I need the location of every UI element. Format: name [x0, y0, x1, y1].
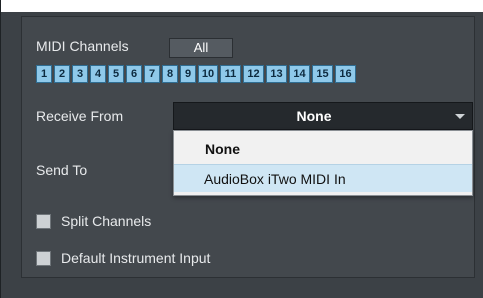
chevron-down-icon: [455, 114, 465, 119]
channel-button-3[interactable]: 3: [72, 65, 88, 83]
channel-button-14[interactable]: 14: [289, 65, 310, 83]
receive-from-dropdown[interactable]: None AudioBox iTwo MIDI In: [173, 130, 473, 196]
channel-button-6[interactable]: 6: [126, 65, 142, 83]
dropdown-option-none[interactable]: None: [174, 135, 472, 163]
channel-button-11[interactable]: 11: [220, 65, 241, 83]
default-instrument-input-label[interactable]: Default Instrument Input: [61, 250, 210, 266]
send-to-label: Send To: [36, 162, 88, 178]
split-channels-label[interactable]: Split Channels: [61, 213, 151, 229]
all-channels-button[interactable]: All: [169, 38, 233, 58]
receive-from-value: None: [296, 108, 332, 124]
channel-button-1[interactable]: 1: [36, 65, 52, 83]
channel-button-12[interactable]: 12: [243, 65, 264, 83]
channel-button-10[interactable]: 10: [198, 65, 218, 83]
channel-button-15[interactable]: 15: [312, 65, 333, 83]
channel-button-4[interactable]: 4: [90, 65, 106, 83]
receive-from-label: Receive From: [36, 108, 124, 124]
midi-channels-label: MIDI Channels: [36, 38, 129, 54]
midi-settings-window: MIDI Channels All 1 2 3 4 5 6 7 8 9 10 11 12 13 14 15 1…: [0, 0, 483, 298]
channel-button-13[interactable]: 13: [266, 65, 287, 83]
channel-button-16[interactable]: 16: [335, 65, 356, 83]
split-channels-checkbox[interactable]: [36, 214, 51, 229]
channel-button-5[interactable]: 5: [108, 65, 124, 83]
dropdown-option-audiobox-itwo-midi-in[interactable]: AudioBox iTwo MIDI In: [174, 164, 472, 192]
channel-button-7[interactable]: 7: [144, 65, 160, 83]
channel-button-8[interactable]: 8: [162, 65, 178, 83]
channel-button-2[interactable]: 2: [54, 65, 70, 83]
channel-button-9[interactable]: 9: [180, 65, 196, 83]
default-instrument-input-checkbox[interactable]: [36, 251, 51, 266]
top-border: [1, 0, 483, 12]
receive-from-select[interactable]: None: [173, 102, 473, 130]
